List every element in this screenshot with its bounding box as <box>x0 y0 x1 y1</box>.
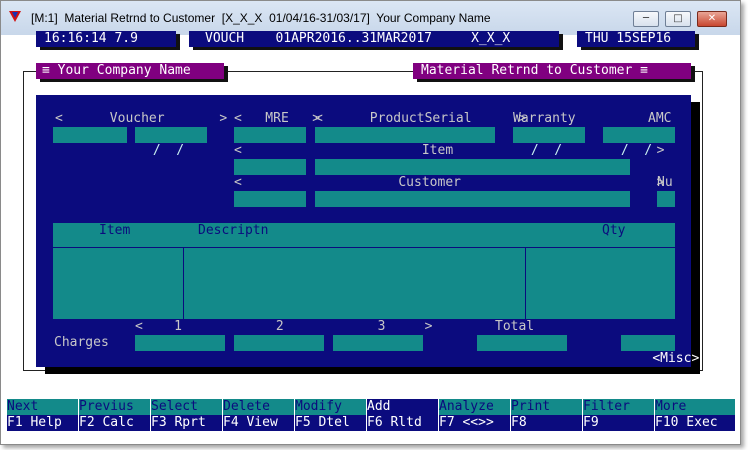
fkey-key: F9 <box>583 415 654 431</box>
item-label: < Item > <box>234 143 665 158</box>
fkey-label: Print <box>511 399 582 415</box>
app-window: [M:1] Material Retrnd to Customer [X_X_X… <box>0 0 741 445</box>
fkey-delete[interactable]: Delete F4 View <box>223 399 295 431</box>
fkey-modify[interactable]: Modify F5 Dtel <box>295 399 367 431</box>
item-name-field[interactable] <box>315 159 630 175</box>
minimize-button[interactable]: ─ <box>633 11 659 27</box>
amc-date-field[interactable]: / / <box>603 127 675 158</box>
fkey-label: Modify <box>295 399 366 415</box>
product-serial-field[interactable] <box>315 127 495 143</box>
date-text: THU 15SEP16 <box>585 31 672 46</box>
fkey-analyze[interactable]: Analyze F7 <<>> <box>439 399 511 431</box>
fkey-key: F3 Rprt <box>151 415 222 431</box>
mre-field[interactable] <box>234 127 306 143</box>
fkey-add[interactable]: Add F6 Rltd <box>367 399 439 431</box>
fkey-label: More <box>655 399 735 415</box>
nu-label: Nu <box>657 175 673 190</box>
company-header: ≡ Your Company Name <box>36 63 224 79</box>
date-status: THU 15SEP16 <box>577 31 695 47</box>
warranty-date-field[interactable]: / / <box>513 127 585 158</box>
fkey-key: F7 <<>> <box>439 415 510 431</box>
fkey-more[interactable]: More F10 Exec <box>655 399 735 431</box>
fkey-next[interactable]: Next F1 Help <box>7 399 79 431</box>
fkey-label: Previus <box>79 399 150 415</box>
grid-col-qty: Qty <box>602 223 626 238</box>
fkey-label: Filter <box>583 399 654 415</box>
product-serial-label: < ProductSerial > <box>315 111 527 126</box>
voucher-date-value: / / <box>145 143 185 158</box>
voucher-status: VOUCH 01APR2016..31MAR2017 X_X_X <box>189 31 559 47</box>
nu-field[interactable] <box>657 191 675 207</box>
fkey-key: F6 Rltd <box>367 415 438 431</box>
company-name: ≡ Your Company Name <box>42 63 191 78</box>
fkey-key: F5 Dtel <box>295 415 366 431</box>
customer-code-field[interactable] <box>234 191 306 207</box>
item-code-field[interactable] <box>234 159 306 175</box>
charges-nav: < 1 2 3 > <box>135 319 433 334</box>
form-title: Material Retrnd to Customer ≡ <box>421 63 648 78</box>
misc-button-label: <Misc> <box>652 351 700 366</box>
function-key-bar: Next F1 Help Previus F2 Calc Select F3 R… <box>1 399 742 431</box>
fkey-label: Next <box>7 399 78 415</box>
form-header: Material Retrnd to Customer ≡ <box>413 63 691 79</box>
customer-name-field[interactable] <box>315 191 630 207</box>
misc-button[interactable]: <Misc> <box>621 335 699 366</box>
charge-3-field[interactable] <box>333 335 423 351</box>
total-field[interactable] <box>477 335 567 351</box>
charge-1-field[interactable] <box>135 335 225 351</box>
fkey-key: F4 View <box>223 415 294 431</box>
fkey-filter[interactable]: Filter F9 <box>583 399 655 431</box>
voucher-status-text: VOUCH 01APR2016..31MAR2017 X_X_X <box>205 31 511 46</box>
charge-2-field[interactable] <box>234 335 324 351</box>
grid-col-description: Descriptn <box>198 223 269 238</box>
items-grid[interactable]: Item Descriptn Qty <box>53 223 675 319</box>
voucher-label: < Voucher > <box>55 111 228 126</box>
close-button[interactable]: ✕ <box>697 11 727 27</box>
fkey-label: Delete <box>223 399 294 415</box>
charges-label: Charges <box>54 335 109 350</box>
voucher-no-field[interactable] <box>53 127 127 143</box>
maximize-button[interactable]: □ <box>665 11 691 27</box>
app-logo-icon <box>9 11 21 22</box>
clock-text: 16:16:14 7.9 <box>44 31 138 46</box>
amc-label: AMC <box>648 111 672 126</box>
fkey-key: F1 Help <box>7 415 78 431</box>
clock-status: 16:16:14 7.9 <box>36 31 176 47</box>
fkey-print[interactable]: Print F8 <box>511 399 583 431</box>
grid-column-description[interactable] <box>184 247 526 319</box>
fkey-label: Select <box>151 399 222 415</box>
voucher-date-field[interactable]: / / <box>135 127 207 158</box>
title-bar: [M:1] Material Retrnd to Customer [X_X_X… <box>1 1 740 35</box>
mre-label: < MRE > <box>234 111 321 126</box>
fkey-key: F2 Calc <box>79 415 150 431</box>
customer-label: < Customer > <box>234 175 665 190</box>
fkey-label: Add <box>367 399 438 415</box>
total-label: Total <box>495 319 535 334</box>
window-title: [M:1] Material Retrnd to Customer [X_X_X… <box>31 11 491 25</box>
fkey-key: F10 Exec <box>655 415 735 431</box>
fkey-previous[interactable]: Previus F2 Calc <box>79 399 151 431</box>
warranty-label: Warranty <box>513 111 576 126</box>
fkey-label: Analyze <box>439 399 510 415</box>
fkey-select[interactable]: Select F3 Rprt <box>151 399 223 431</box>
fkey-key: F8 <box>511 415 582 431</box>
grid-col-item: Item <box>99 223 131 238</box>
grid-header: Item Descriptn Qty <box>53 223 675 248</box>
grid-column-item[interactable] <box>53 247 184 319</box>
